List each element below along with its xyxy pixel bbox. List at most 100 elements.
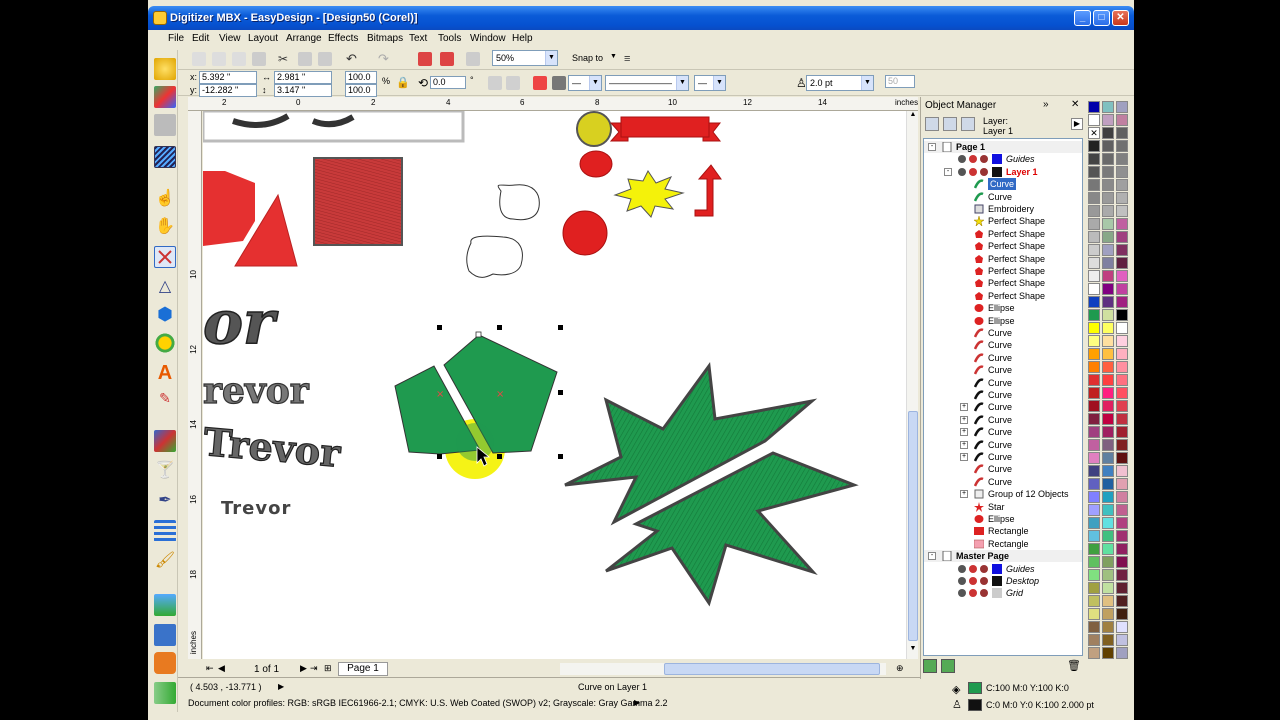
menu-bitmaps[interactable]: Bitmaps [367, 33, 403, 44]
lines-icon[interactable] [154, 520, 176, 542]
palette-swatch[interactable] [1116, 634, 1128, 646]
paste-icon[interactable] [318, 52, 332, 66]
tree-item-row[interactable]: + Curve [924, 401, 1082, 413]
palette-swatch[interactable] [1116, 257, 1128, 269]
palette-swatch[interactable] [1088, 621, 1100, 633]
page-next-icon[interactable]: ▶ [300, 663, 307, 674]
palette-swatch[interactable] [1088, 322, 1100, 334]
menu-view[interactable]: View [219, 33, 241, 44]
expand-icon[interactable]: » [1043, 99, 1049, 110]
fill-stitch-icon[interactable] [154, 146, 176, 168]
tree-item-row[interactable]: Perfect Shape [924, 215, 1082, 228]
end-arrow-combo[interactable]: — ▼ [694, 75, 726, 91]
palette-swatch[interactable] [1088, 491, 1100, 503]
palette-swatch[interactable] [1102, 179, 1114, 191]
palette-swatch[interactable] [1116, 270, 1128, 282]
palette-swatch[interactable] [1088, 348, 1100, 360]
palette-swatch[interactable] [1088, 543, 1100, 555]
red-arrow-shape[interactable] [694, 164, 722, 217]
palette-swatch[interactable] [1116, 569, 1128, 581]
hoop-icon[interactable] [154, 624, 176, 646]
palette-swatch[interactable] [1102, 582, 1114, 594]
palette-swatch[interactable] [1102, 244, 1114, 256]
shape-icon[interactable] [552, 76, 566, 90]
tree-item-row[interactable]: Ellipse [924, 302, 1082, 314]
tree-item-row[interactable]: Curve [924, 327, 1082, 339]
tree-item-row[interactable]: Curve [924, 463, 1082, 475]
palette-swatch[interactable] [1088, 166, 1100, 178]
scale-x-field[interactable]: 100.0 [345, 71, 377, 84]
palette-swatch[interactable] [1102, 166, 1114, 178]
machine-icon[interactable] [154, 652, 176, 674]
add-page-icon[interactable]: ⊞ [324, 663, 332, 674]
palette-swatch[interactable] [1102, 374, 1114, 386]
print-icon[interactable] [969, 564, 977, 573]
tree-item-row[interactable]: Perfect Shape [924, 265, 1082, 277]
palette-swatch[interactable] [1116, 231, 1128, 243]
menu-arrow-icon[interactable]: ▶ [1071, 118, 1083, 130]
palette-swatch[interactable] [1116, 361, 1128, 373]
palette-swatch[interactable] [1088, 647, 1100, 659]
menu-edit[interactable]: Edit [192, 33, 209, 44]
palette-swatch[interactable] [1102, 413, 1114, 425]
menu-file[interactable]: File [168, 33, 184, 44]
send-icon[interactable] [154, 682, 176, 704]
palette-swatch[interactable] [1088, 517, 1100, 529]
palette-swatch[interactable] [1116, 543, 1128, 555]
palette-swatch[interactable] [1102, 140, 1114, 152]
palette-swatch[interactable] [1102, 621, 1114, 633]
scroll-down-icon[interactable]: ▼ [908, 645, 918, 657]
palette-swatch[interactable] [1116, 608, 1128, 620]
palette-swatch[interactable] [1102, 257, 1114, 269]
palette-swatch[interactable] [1116, 530, 1128, 542]
tree-item-row[interactable]: Curve [924, 178, 1082, 191]
eyedropper-icon[interactable]: 🍸 [154, 460, 176, 482]
show-properties-icon[interactable] [925, 117, 939, 131]
chevron-down-icon[interactable]: ▼ [610, 53, 617, 60]
tree-header-row[interactable]: - Layer 1 [924, 166, 1082, 178]
palette-swatch[interactable] [1116, 582, 1128, 594]
palette-swatch[interactable] [1088, 205, 1100, 217]
lock-icon[interactable] [980, 167, 988, 176]
palette-swatch[interactable] [1088, 465, 1100, 477]
print-icon[interactable] [969, 155, 977, 164]
palette-swatch[interactable] [1088, 218, 1100, 230]
tree-item-row[interactable]: Curve [924, 339, 1082, 351]
tree-item-row[interactable]: Perfect Shape [924, 253, 1082, 265]
palette-swatch[interactable] [1116, 244, 1128, 256]
palette-swatch[interactable] [1102, 309, 1114, 321]
tree-item-row[interactable]: + Group of 12 Objects [924, 488, 1082, 500]
line-style-combo[interactable]: ——————— ▼ [605, 75, 689, 91]
outline-width-combo[interactable]: 2.0 pt ▼ [806, 75, 874, 91]
fill-bucket-icon[interactable]: 🖌 [154, 550, 176, 572]
palette-swatch[interactable] [1102, 361, 1114, 373]
palette-swatch[interactable] [1116, 192, 1128, 204]
palette-swatch[interactable] [1102, 426, 1114, 438]
tab-page-1[interactable]: Page 1 [338, 662, 388, 676]
palette-swatch[interactable] [1116, 413, 1128, 425]
options-icon[interactable]: ≡ [624, 52, 638, 66]
tree-item-row[interactable]: Curve [924, 377, 1082, 389]
red-square-embroidery[interactable] [313, 157, 403, 246]
tree-item-row[interactable]: Ellipse [924, 315, 1082, 327]
edit-across-layers-icon[interactable] [943, 117, 957, 131]
scroll-up-icon[interactable]: ▲ [908, 111, 918, 123]
palette-swatch[interactable] [1088, 374, 1100, 386]
menu-window[interactable]: Window [470, 33, 506, 44]
eye-icon[interactable] [958, 589, 966, 598]
scale-y-field[interactable]: 100.0 [345, 84, 377, 97]
tree-header-row[interactable]: - Master Page [924, 550, 1082, 563]
palette-swatch[interactable] [1102, 530, 1114, 542]
menu-arrange[interactable]: Arrange [286, 33, 322, 44]
page-first-icon[interactable]: ⇤ [206, 663, 214, 674]
palette-swatch[interactable] [1116, 153, 1128, 165]
maximize-button[interactable]: □ [1093, 10, 1110, 26]
text-trevor-1[interactable]: revor [203, 369, 310, 412]
expand-icon[interactable]: + [960, 428, 968, 437]
tree-item-row[interactable]: Guides [924, 563, 1082, 575]
scroll-thumb[interactable] [908, 411, 918, 641]
tree-item-row[interactable]: Guides [924, 153, 1082, 165]
palette-swatch[interactable] [1116, 439, 1128, 451]
palette-swatch[interactable] [1102, 296, 1114, 308]
palette-swatch[interactable] [1102, 634, 1114, 646]
